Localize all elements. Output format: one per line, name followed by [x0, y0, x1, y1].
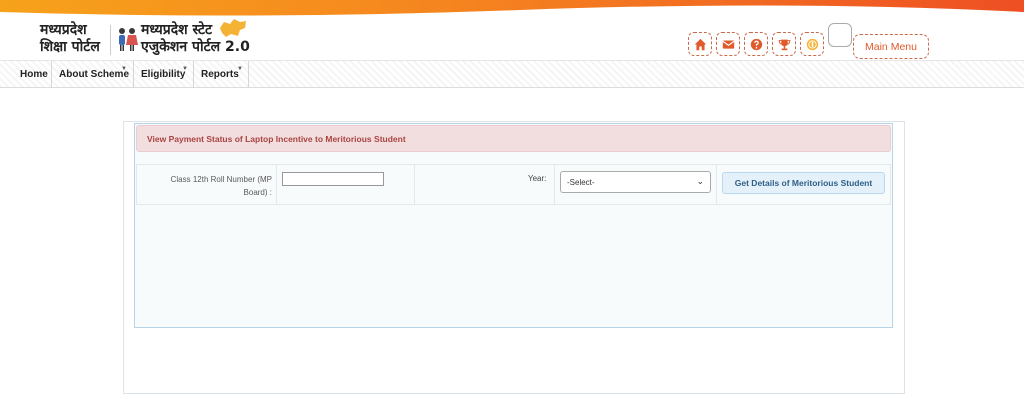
search-form-row: Class 12th Roll Number (MP Board) : Year…: [136, 164, 891, 205]
chevron-down-icon: ▼: [121, 66, 127, 72]
cell-divider: [276, 165, 277, 204]
chevron-down-icon: ▼: [182, 66, 188, 72]
year-select-value: -Select-: [567, 177, 595, 187]
banner-wave-graphic: [0, 0, 1024, 17]
roll-number-input[interactable]: [282, 172, 384, 186]
mp-map-icon: [220, 19, 246, 37]
chevron-down-icon: ⌄: [696, 176, 704, 186]
logo-left-line1: मध्यप्रदेश: [40, 22, 87, 38]
get-details-button[interactable]: Get Details of Meritorious Student: [722, 172, 885, 194]
site-header: मध्यप्रदेश शिक्षा पोर्टल मध्यप्रदेश स्टे…: [0, 17, 1024, 60]
top-banner-band: [0, 0, 1024, 17]
cell-divider: [890, 165, 891, 204]
main-menu-button[interactable]: Main Menu: [853, 34, 929, 59]
page-title: View Payment Status of Laptop Incentive …: [136, 125, 891, 152]
nav-item-eligibility-label: Eligibility: [141, 69, 186, 80]
year-select[interactable]: -Select- ⌄: [560, 171, 711, 193]
awards-button[interactable]: [772, 32, 796, 56]
home-button[interactable]: [688, 32, 712, 56]
nav-item-about-scheme[interactable]: About Scheme ▼: [52, 61, 134, 88]
main-navigation: Home About Scheme ▼ Eligibility ▼ Report…: [0, 60, 1024, 88]
help-icon: [750, 38, 762, 50]
nav-item-reports-label: Reports: [201, 69, 239, 80]
logo-left-line2: शिक्षा पोर्टल: [40, 39, 100, 55]
roll-number-label: Class 12th Roll Number (MP Board) :: [170, 175, 272, 197]
logo-right-line2: एजुकेशन पोर्टल 2.0: [141, 39, 250, 55]
form-container: [134, 123, 893, 328]
year-label: Year:: [528, 174, 547, 183]
home-icon: [694, 38, 706, 50]
nav-item-reports[interactable]: Reports ▼: [194, 61, 249, 88]
cell-divider: [414, 165, 415, 204]
coin-icon: [806, 38, 818, 50]
nav-item-home[interactable]: Home: [13, 61, 52, 88]
mail-button[interactable]: [716, 32, 740, 56]
chevron-down-icon: ▼: [237, 66, 243, 72]
help-button[interactable]: [744, 32, 768, 56]
students-icon: [119, 28, 138, 51]
coin-button[interactable]: [800, 32, 824, 56]
logo-divider: [110, 25, 111, 55]
shiksha-portal-logo[interactable]: मध्यप्रदेश शिक्षा पोर्टल: [40, 22, 100, 56]
nav-item-about-scheme-label: About Scheme: [59, 69, 130, 80]
cell-divider: [554, 165, 555, 204]
cell-divider: [716, 165, 717, 204]
nav-item-eligibility[interactable]: Eligibility ▼: [134, 61, 194, 88]
nav-item-home-label: Home: [20, 69, 48, 80]
extra-icon-button[interactable]: [828, 23, 852, 47]
mail-icon: [721, 39, 735, 49]
trophy-icon: [778, 39, 790, 50]
cell-divider: [136, 165, 137, 204]
